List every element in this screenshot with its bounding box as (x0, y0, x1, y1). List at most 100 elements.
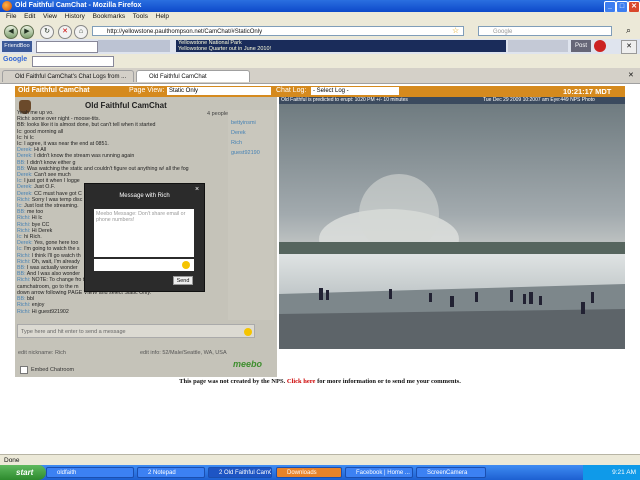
chat-log-select[interactable]: - Select Log - (311, 87, 399, 95)
forward-button[interactable]: ▶ (20, 25, 34, 39)
message-author[interactable]: Derek: (17, 184, 34, 190)
message-author[interactable]: Richi: (17, 302, 32, 308)
taskbar-item[interactable]: Facebook | Home ... (345, 467, 413, 478)
ticker-line-2: Yellowstone Quarter out in June 2010! (178, 46, 272, 52)
status-bar: Done (0, 454, 640, 465)
message-author[interactable]: Derek: (17, 240, 34, 246)
message-author[interactable]: Richi: (17, 253, 32, 259)
user-item[interactable]: Rich (231, 140, 274, 146)
smiley-icon[interactable] (244, 328, 252, 336)
footer-more: for more information or to send me your … (317, 378, 461, 385)
message-text: Hi Ic (31, 215, 43, 222)
close-toolbar-icon[interactable]: ✕ (621, 40, 637, 54)
home-icon[interactable]: ⌂ (74, 25, 88, 39)
menu-view[interactable]: View (43, 13, 57, 20)
taskbar-item[interactable]: Downloads (276, 467, 342, 478)
taskbar-item[interactable]: 2 Notepad (137, 467, 205, 478)
message-author[interactable]: BB: (17, 209, 27, 215)
message-author[interactable]: Richi: (17, 277, 32, 283)
menu-tools[interactable]: Tools (133, 13, 148, 20)
camera-timestamp: Tue Dec 29 2009 10:2007 am Eye:449 NPS P… (483, 97, 595, 103)
close-tab-icon[interactable]: ✕ (628, 71, 634, 79)
page-view-select[interactable]: Static Only (167, 87, 271, 95)
message-author[interactable]: Richi: (17, 215, 32, 221)
url-field[interactable]: http://yellowstone.paulthompson.net/CamC… (92, 26, 464, 36)
menu-edit[interactable]: Edit (24, 13, 35, 20)
message-text: Just O.F. (34, 184, 55, 191)
send-button[interactable]: Send (173, 276, 193, 285)
dialog-message-area[interactable]: Meebo Message: Don't share email or phon… (94, 209, 194, 257)
start-button[interactable]: start (0, 465, 46, 480)
bookmark-star-icon[interactable]: ☆ (452, 26, 459, 35)
message-author[interactable]: Richi: (17, 259, 32, 265)
user-item[interactable]: guest92190 (231, 150, 274, 156)
taskbar-item[interactable]: 2 Old Faithful CamC... (208, 467, 272, 478)
friendbar-label[interactable]: FriendBoo (2, 41, 32, 52)
edit-info-link[interactable]: edit info: 52/Male/Seattle, WA, USA (140, 350, 227, 356)
message-author[interactable]: BB: (17, 166, 27, 172)
page-footer: This page was not created by the NPS. Cl… (0, 378, 640, 388)
message-author[interactable]: BB: (17, 296, 27, 302)
friendbar-buttons[interactable] (98, 40, 170, 52)
news-ticker[interactable]: Yellowstone National Park Yellowstone Qu… (176, 40, 506, 52)
message-text: CC must have got C (34, 190, 82, 197)
message-author[interactable]: BB: (17, 160, 27, 166)
message-author[interactable]: BB: (17, 265, 27, 271)
user-item[interactable]: bettyinsmi (231, 120, 274, 126)
message-author[interactable]: Richi: (17, 309, 32, 315)
post-button[interactable]: Post (571, 40, 591, 52)
dialog-close-icon[interactable]: × (195, 186, 199, 193)
chat-input[interactable]: Type here and hit enter to send a messag… (17, 324, 255, 338)
message-text: hi Rich. (24, 234, 42, 241)
dialog-smiley-icon[interactable] (182, 261, 190, 269)
meebo-logo: meebo (233, 359, 263, 369)
message-author[interactable]: BB: (17, 271, 27, 277)
embed-icon[interactable] (20, 366, 28, 374)
user-list: bettyinsmi Derek Rich guest92190 (228, 110, 274, 320)
message-text: Ic: I agree, it was near the end at 0851… (17, 141, 109, 148)
clock: 10:21:17 MDT (563, 87, 612, 96)
menu-history[interactable]: History (65, 13, 85, 20)
user-item[interactable]: Derek (231, 130, 274, 136)
reload-icon[interactable]: ↻ (40, 25, 54, 39)
dialog-input[interactable] (94, 259, 194, 271)
message-author[interactable]: Derek: (17, 172, 34, 178)
message-author[interactable]: Derek: (17, 191, 34, 197)
menu-bookmarks[interactable]: Bookmarks (93, 13, 126, 20)
message-author[interactable]: Richi: (17, 197, 32, 203)
message-text: BB: looks like it is almost done, but ca… (17, 122, 156, 129)
message-text: enjoy (31, 302, 45, 309)
message-text: Ic: hi Ic (17, 134, 34, 141)
back-button[interactable]: ◀ (4, 25, 18, 39)
message-author[interactable]: Richi: (17, 222, 32, 228)
search-icon[interactable]: ⌕ (626, 25, 631, 36)
footer-link[interactable]: Click here (287, 378, 316, 385)
dialog-title: Message with Rich (119, 193, 170, 199)
menu-help[interactable]: Help (156, 13, 169, 20)
taskbar-item[interactable]: ScreenCamera (416, 467, 486, 478)
google-toolbar: Google (0, 54, 640, 69)
menu-file[interactable]: File (6, 13, 16, 20)
message-author[interactable]: Richi: (17, 228, 32, 234)
notification-icon[interactable] (594, 40, 606, 52)
tab-chat-logs[interactable]: Old Faithful CamChat's Chat Logs from ..… (2, 70, 134, 82)
message-text: Hi guest921902 (31, 308, 69, 315)
stop-icon[interactable]: ✕ (58, 25, 72, 39)
camchat-header: Old Faithful CamChat Page View: Static O… (15, 86, 625, 97)
message-text: Oh, wait, I'm already (31, 258, 80, 265)
chatroom-title: Old Faithful CamChat (85, 101, 167, 110)
edit-nickname-link[interactable]: edit nickname: Rich (18, 350, 66, 356)
taskbar-item[interactable]: oldfaith (46, 467, 134, 478)
message-text: camchatroom, go to the m (17, 283, 79, 290)
search-input[interactable]: Google (478, 26, 612, 36)
message-author[interactable]: Derek: (17, 147, 34, 153)
friendbar-search[interactable] (36, 41, 98, 53)
google-search-input[interactable] (32, 56, 114, 67)
message-text: I didn't know either g (27, 159, 76, 166)
ticker-controls[interactable] (508, 40, 568, 52)
brand-title: Old Faithful CamChat (18, 87, 90, 94)
tab-camchat[interactable]: Old Faithful CamChat (136, 70, 250, 82)
message-author[interactable]: Derek: (17, 153, 34, 159)
embed-chatroom-link[interactable]: Embed Chatroom (31, 367, 74, 373)
message-text: Sorry I was temp disc (31, 196, 83, 203)
